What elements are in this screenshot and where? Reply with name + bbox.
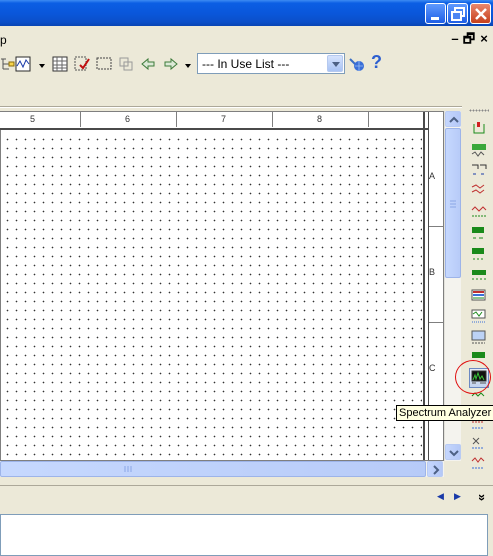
toolbar-divider <box>0 106 462 108</box>
expand-icon[interactable]: » <box>475 494 490 501</box>
scroll-down-button[interactable] <box>445 444 461 460</box>
copy-layout-icon[interactable] <box>118 56 134 72</box>
source-icon[interactable] <box>471 121 487 137</box>
select-area-icon[interactable] <box>96 56 112 72</box>
horizontal-scroll-thumb[interactable] <box>0 461 426 477</box>
grapher-icon[interactable] <box>15 56 31 72</box>
dropdown-arrow-icon[interactable] <box>37 62 53 78</box>
ruler-label: 6 <box>125 114 131 124</box>
restore-icon <box>451 7 465 21</box>
scroll-up-button[interactable] <box>445 111 461 127</box>
menu-item-partial[interactable]: p <box>0 33 7 47</box>
mdi-close-button[interactable]: × <box>477 32 491 46</box>
back-annotate-icon[interactable] <box>140 56 156 72</box>
horizontal-scrollbar[interactable] <box>0 461 444 477</box>
chevron-right-icon <box>433 465 440 475</box>
ruler-label: 8 <box>317 114 323 124</box>
vertical-scroll-thumb[interactable] <box>445 128 461 278</box>
top-ruler: 5 6 7 8 <box>0 112 425 129</box>
toolbar-grip[interactable] <box>469 109 489 112</box>
power-source-icon[interactable] <box>471 142 487 158</box>
nav-next-icon[interactable]: ▶ <box>454 491 461 502</box>
ruler-dots <box>0 121 425 123</box>
ttl-icon[interactable] <box>471 247 487 263</box>
ruler-tick <box>429 322 443 323</box>
ruler-label: 5 <box>30 114 36 124</box>
basic-icon[interactable] <box>471 162 487 178</box>
ruler-tick <box>368 112 369 127</box>
grip-icon <box>124 466 132 472</box>
measurement-icon[interactable] <box>471 456 487 472</box>
ruler-tick <box>80 112 81 127</box>
schematic-grid[interactable] <box>0 132 422 460</box>
mdi-restore-button[interactable]: 🗗 <box>462 32 476 46</box>
close-button[interactable] <box>470 3 491 24</box>
forward-annotate-icon[interactable] <box>163 56 179 72</box>
scroll-right-button[interactable] <box>427 461 443 477</box>
component-wizard-icon[interactable] <box>74 56 90 72</box>
ruler-tick <box>176 112 177 127</box>
ruler-label: C <box>429 363 436 373</box>
status-bar: ◀ ▶ » <box>0 485 493 510</box>
ruler-label: B <box>429 267 436 277</box>
spreadsheet-icon[interactable] <box>52 56 68 72</box>
ruler-label: A <box>429 171 436 181</box>
chevron-down-icon <box>449 450 459 457</box>
in-use-list-dropdown[interactable]: --- In Use List --- <box>197 53 345 74</box>
restore-button[interactable] <box>447 3 468 24</box>
mixed-icon[interactable] <box>471 309 487 325</box>
hierarchy-icon[interactable] <box>0 56 16 72</box>
education-web-icon[interactable] <box>349 56 365 72</box>
minimize-icon <box>431 17 439 20</box>
grip-icon <box>450 200 456 208</box>
labview-icon[interactable] <box>471 436 487 452</box>
ruler-label: 7 <box>221 114 227 124</box>
misc-digital-icon[interactable] <box>471 289 487 305</box>
in-use-list-value: --- In Use List --- <box>202 57 290 71</box>
menu-bar <box>0 26 493 52</box>
analog-icon[interactable] <box>471 226 487 242</box>
highlight-circle <box>455 360 491 394</box>
ruler-tick <box>429 226 443 227</box>
minimize-button[interactable] <box>425 3 446 24</box>
indicator-icon[interactable] <box>471 330 487 346</box>
chevron-up-icon <box>449 116 459 123</box>
transistor-icon[interactable] <box>471 204 487 220</box>
diode-icon[interactable] <box>471 183 487 199</box>
title-bar <box>0 0 493 26</box>
help-icon[interactable]: ? <box>371 52 382 73</box>
spreadsheet-view[interactable] <box>0 514 488 556</box>
mdi-minimize-button[interactable]: – <box>448 32 462 46</box>
close-icon <box>475 8 487 20</box>
chevron-down-icon[interactable] <box>327 55 343 72</box>
ruler-tick <box>272 112 273 127</box>
sheet-border-top <box>0 128 428 130</box>
nav-prev-icon[interactable]: ◀ <box>437 491 444 502</box>
tooltip: Spectrum Analyzer <box>396 405 493 421</box>
cmos-icon[interactable] <box>471 268 487 284</box>
